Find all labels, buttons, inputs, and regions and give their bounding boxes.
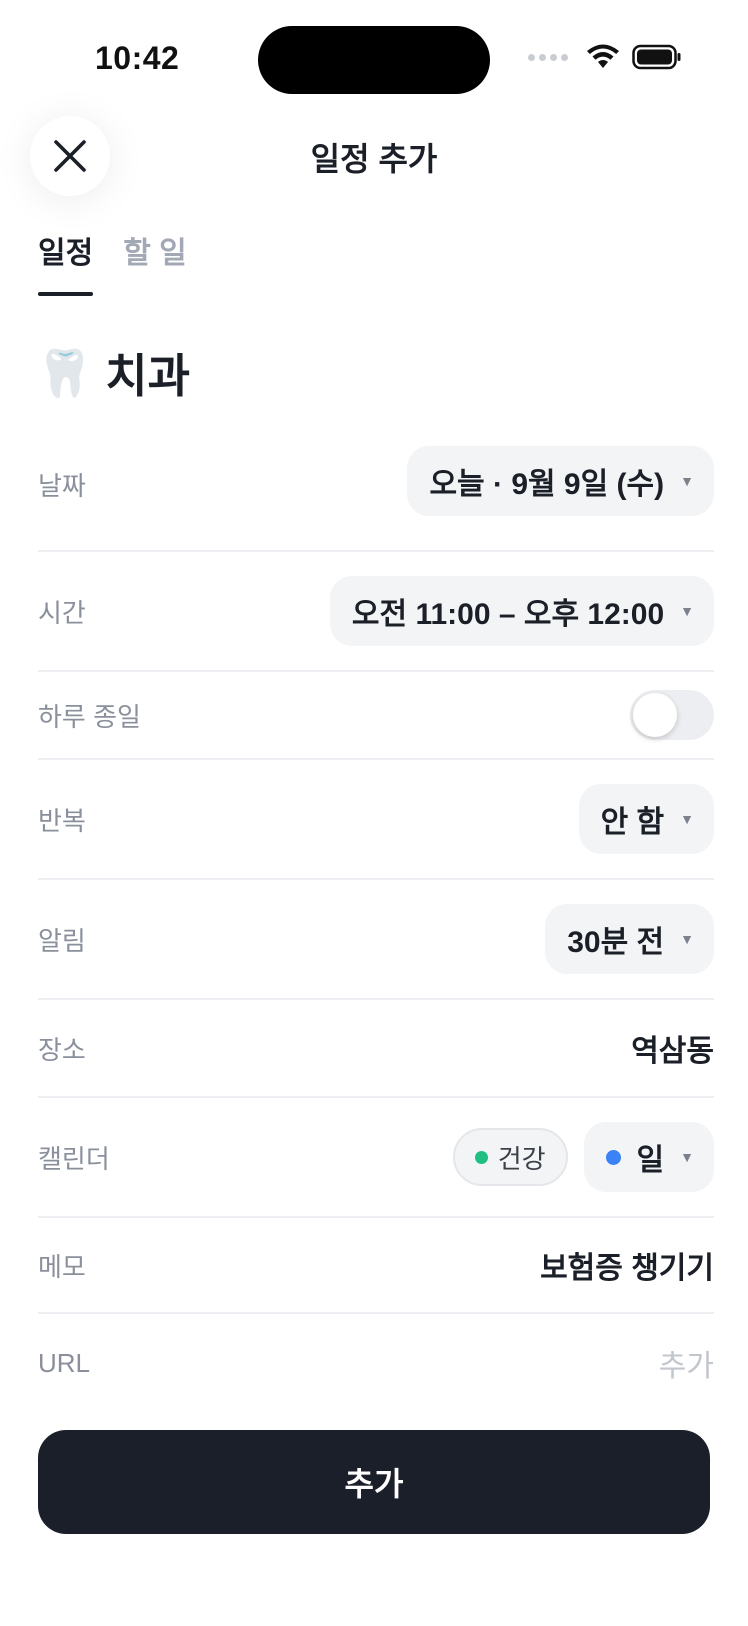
dynamic-island [258, 26, 490, 94]
repeat-label: 반복 [38, 805, 86, 836]
time-row: 시간 오전 11:00 – 오후 12:00 ▼ [38, 552, 714, 672]
caret-down-icon: ▼ [680, 473, 694, 489]
calendar-chip-health[interactable]: 건강 [452, 1128, 568, 1186]
tab-todo[interactable]: 할 일 [123, 228, 187, 296]
alert-picker[interactable]: 30분 전 ▼ [545, 904, 714, 974]
caret-down-icon: ▼ [680, 931, 694, 947]
health-color-dot [474, 1150, 488, 1164]
calendar-selected: 일 [636, 1144, 665, 1177]
add-button[interactable]: 추가 [38, 1430, 710, 1534]
date-row: 날짜 오늘 · 9월 9일 (수) ▼ [38, 444, 714, 552]
repeat-picker[interactable]: 안 함 ▼ [578, 784, 714, 854]
tab-event[interactable]: 일정 [38, 228, 94, 296]
date-label: 날짜 [38, 471, 86, 501]
page-title: 일정 추가 [310, 141, 438, 177]
battery-icon [632, 44, 681, 70]
url-input-placeholder[interactable]: 추가 [659, 1341, 714, 1385]
alert-value: 30분 전 [567, 926, 665, 959]
url-row[interactable]: URL 추가 [38, 1314, 714, 1412]
repeat-value: 안 함 [600, 806, 665, 839]
toggle-knob [633, 693, 677, 737]
event-form: 날짜 오늘 · 9월 9일 (수) ▼ 시간 오전 11:00 – 오후 12:… [38, 444, 714, 1412]
caret-down-icon: ▼ [680, 1149, 694, 1165]
status-time: 10:42 [95, 40, 180, 76]
event-title-text: 치과 [105, 350, 190, 402]
alert-row: 알림 30분 전 ▼ [38, 880, 714, 1000]
calendar-picker[interactable]: 일 ▼ [583, 1122, 714, 1192]
cellular-signal-icon [528, 53, 568, 61]
memo-row[interactable]: 메모 보험증 챙기기 [38, 1218, 714, 1314]
date-value: 오늘 · 9월 9일 (수) [429, 468, 665, 501]
location-value[interactable]: 역삼동 [631, 1026, 714, 1070]
time-label: 시간 [38, 597, 86, 628]
repeat-row: 반복 안 함 ▼ [38, 760, 714, 880]
time-picker[interactable]: 오전 11:00 – 오후 12:00 ▼ [329, 576, 714, 646]
time-value: 오전 11:00 – 오후 12:00 [351, 598, 665, 631]
calendar-chip-label: 건강 [497, 1143, 546, 1174]
tooth-emoji-icon: 🦷 [36, 346, 94, 399]
tab-bar: 일정 할 일 [38, 228, 187, 296]
all-day-row: 하루 종일 [38, 672, 714, 760]
status-icons [528, 44, 682, 70]
memo-label: 메모 [38, 1251, 86, 1282]
calendar-row: 캘린더 건강 일 ▼ [38, 1098, 714, 1218]
all-day-label: 하루 종일 [38, 701, 141, 732]
url-label: URL [38, 1347, 91, 1378]
work-color-dot [605, 1149, 621, 1165]
all-day-toggle[interactable] [630, 690, 714, 740]
status-bar: 10:42 [0, 0, 748, 110]
event-title[interactable]: 🦷 치과 [36, 340, 190, 406]
location-label: 장소 [38, 1034, 86, 1065]
calendar-options: 건강 일 ▼ [452, 1122, 714, 1192]
memo-value[interactable]: 보험증 챙기기 [540, 1243, 714, 1287]
location-row[interactable]: 장소 역삼동 [38, 1000, 714, 1098]
date-picker[interactable]: 오늘 · 9월 9일 (수) ▼ [407, 446, 714, 516]
wifi-icon [587, 44, 619, 68]
calendar-label: 캘린더 [38, 1143, 110, 1174]
caret-down-icon: ▼ [680, 811, 694, 827]
alert-label: 알림 [38, 925, 86, 956]
caret-down-icon: ▼ [680, 603, 694, 619]
